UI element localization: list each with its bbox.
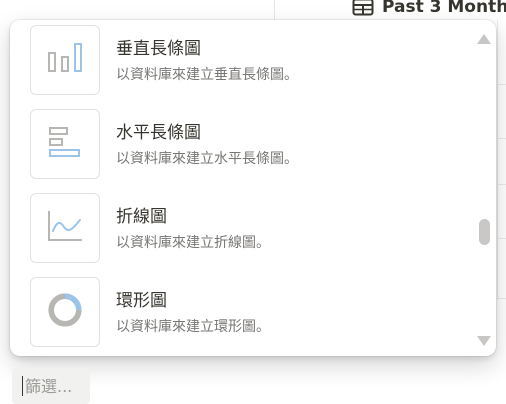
background-row-line (497, 84, 506, 85)
menu-item-description: 以資料庫來建立水平長條圖。 (116, 151, 298, 167)
horizontal-bar-chart-thumbnail (30, 109, 100, 179)
line-chart-thumbnail (30, 193, 100, 263)
scroll-down-arrow-icon[interactable] (477, 336, 491, 346)
chart-type-dropdown: 垂直長條圖 以資料庫來建立垂直長條圖。 水平長條圖 以資料庫來建立水平長條圖。 (10, 20, 496, 356)
menu-item-horizontal-bar-chart[interactable]: 水平長條圖 以資料庫來建立水平長條圖。 (10, 104, 476, 188)
menu-item-title: 水平長條圖 (116, 123, 201, 143)
text-cursor (22, 376, 23, 396)
menu-item-line-chart[interactable]: 折線圖 以資料庫來建立折線圖。 (10, 188, 476, 272)
page: Past 3 Months 垂直長條圖 以資料庫來建立垂直長條圖。 水平長條圖 … (0, 0, 506, 404)
donut-chart-thumbnail (30, 277, 100, 347)
menu-item-title: 垂直長條圖 (116, 39, 201, 59)
background-row-line (497, 298, 506, 299)
menu-item-title: 折線圖 (116, 207, 167, 227)
menu-item-description: 以資料庫來建立垂直長條圖。 (116, 67, 298, 83)
background-row-line (497, 138, 506, 139)
horizontal-bar-chart-icon (45, 124, 85, 164)
filter-input[interactable] (25, 376, 87, 396)
vertical-bar-chart-icon (45, 41, 85, 79)
menu-item-description: 以資料庫來建立環形圖。 (116, 319, 270, 335)
background-column-line (497, 20, 498, 300)
menu-item-description: 以資料庫來建立折線圖。 (116, 235, 270, 251)
background-row-line (497, 238, 506, 239)
background-row-line (497, 184, 506, 185)
table-icon (352, 0, 374, 16)
filter-field[interactable] (12, 368, 90, 404)
scroll-up-arrow-icon[interactable] (477, 34, 491, 44)
line-chart-icon (45, 208, 85, 248)
menu-item-donut-chart[interactable]: 環形圖 以資料庫來建立環形圖。 (10, 272, 476, 356)
menu-item-title: 環形圖 (116, 291, 167, 311)
view-tab-past-3-months[interactable]: Past 3 Months (352, 0, 506, 20)
donut-chart-icon (45, 290, 85, 334)
scrollbar-thumb[interactable] (479, 219, 490, 245)
view-tab-label: Past 3 Months (382, 0, 506, 17)
menu-item-vertical-bar-chart[interactable]: 垂直長條圖 以資料庫來建立垂直長條圖。 (10, 20, 476, 104)
vertical-bar-chart-thumbnail (30, 25, 100, 95)
